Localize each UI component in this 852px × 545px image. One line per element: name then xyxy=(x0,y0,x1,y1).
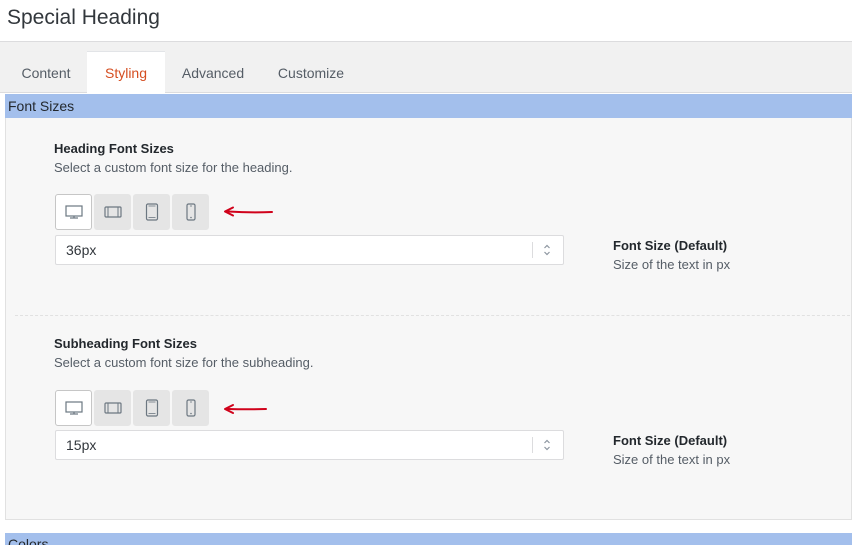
mobile-icon xyxy=(185,399,196,417)
field-divider xyxy=(15,315,850,316)
heading-font-size-select[interactable]: 36px xyxy=(55,235,564,265)
heading-aside-title: Font Size (Default) xyxy=(613,238,728,253)
select-updown-icon xyxy=(544,244,550,256)
heading-laptop-button[interactable] xyxy=(94,194,131,230)
heading-desktop-button[interactable] xyxy=(55,194,92,230)
red-arrow-annotation xyxy=(224,206,273,217)
tab-styling[interactable]: Styling xyxy=(87,51,165,94)
heading-mobile-button[interactable] xyxy=(172,194,209,230)
subheading-aside-title: Font Size (Default) xyxy=(613,433,728,448)
desktop-icon xyxy=(64,205,83,219)
heading-sizes-description: Select a custom font size for the headin… xyxy=(54,160,293,175)
heading-device-switcher xyxy=(55,194,211,230)
subheading-laptop-button[interactable] xyxy=(94,390,131,426)
subheading-font-size-select[interactable]: 15px xyxy=(55,430,564,460)
tab-customize[interactable]: Customize xyxy=(261,51,361,94)
select-divider xyxy=(532,242,533,258)
subheading-sizes-description: Select a custom font size for the subhea… xyxy=(54,355,314,370)
modal-title-bar: Special Heading xyxy=(0,0,852,42)
tablet-icon xyxy=(145,203,158,221)
subheading-mobile-button[interactable] xyxy=(172,390,209,426)
subheading-tablet-button[interactable] xyxy=(133,390,170,426)
heading-sizes-title: Heading Font Sizes xyxy=(54,141,174,156)
subheading-font-size-value: 15px xyxy=(66,437,97,453)
heading-aside-description: Size of the text in px xyxy=(613,257,731,272)
tab-bar: Content Styling Advanced Customize xyxy=(0,42,852,94)
section-header-colors[interactable]: Colors xyxy=(5,533,852,545)
tablet-icon xyxy=(145,399,158,417)
laptop-icon xyxy=(103,402,122,414)
laptop-icon xyxy=(103,206,122,218)
heading-font-size-value: 36px xyxy=(66,242,97,258)
section-header-font-sizes[interactable]: Font Sizes xyxy=(5,94,852,118)
subheading-desktop-button[interactable] xyxy=(55,390,92,426)
heading-tablet-button[interactable] xyxy=(133,194,170,230)
select-updown-icon xyxy=(544,439,550,451)
subheading-aside-description: Size of the text in px xyxy=(613,452,731,467)
desktop-icon xyxy=(64,401,83,415)
subheading-sizes-title: Subheading Font Sizes xyxy=(54,336,198,351)
red-arrow-annotation xyxy=(224,404,267,414)
page-title: Special Heading xyxy=(7,6,160,29)
mobile-icon xyxy=(185,203,196,221)
subheading-device-switcher xyxy=(55,390,211,426)
select-divider xyxy=(532,437,533,453)
tab-content[interactable]: Content xyxy=(5,51,87,94)
tab-advanced[interactable]: Advanced xyxy=(165,51,261,94)
